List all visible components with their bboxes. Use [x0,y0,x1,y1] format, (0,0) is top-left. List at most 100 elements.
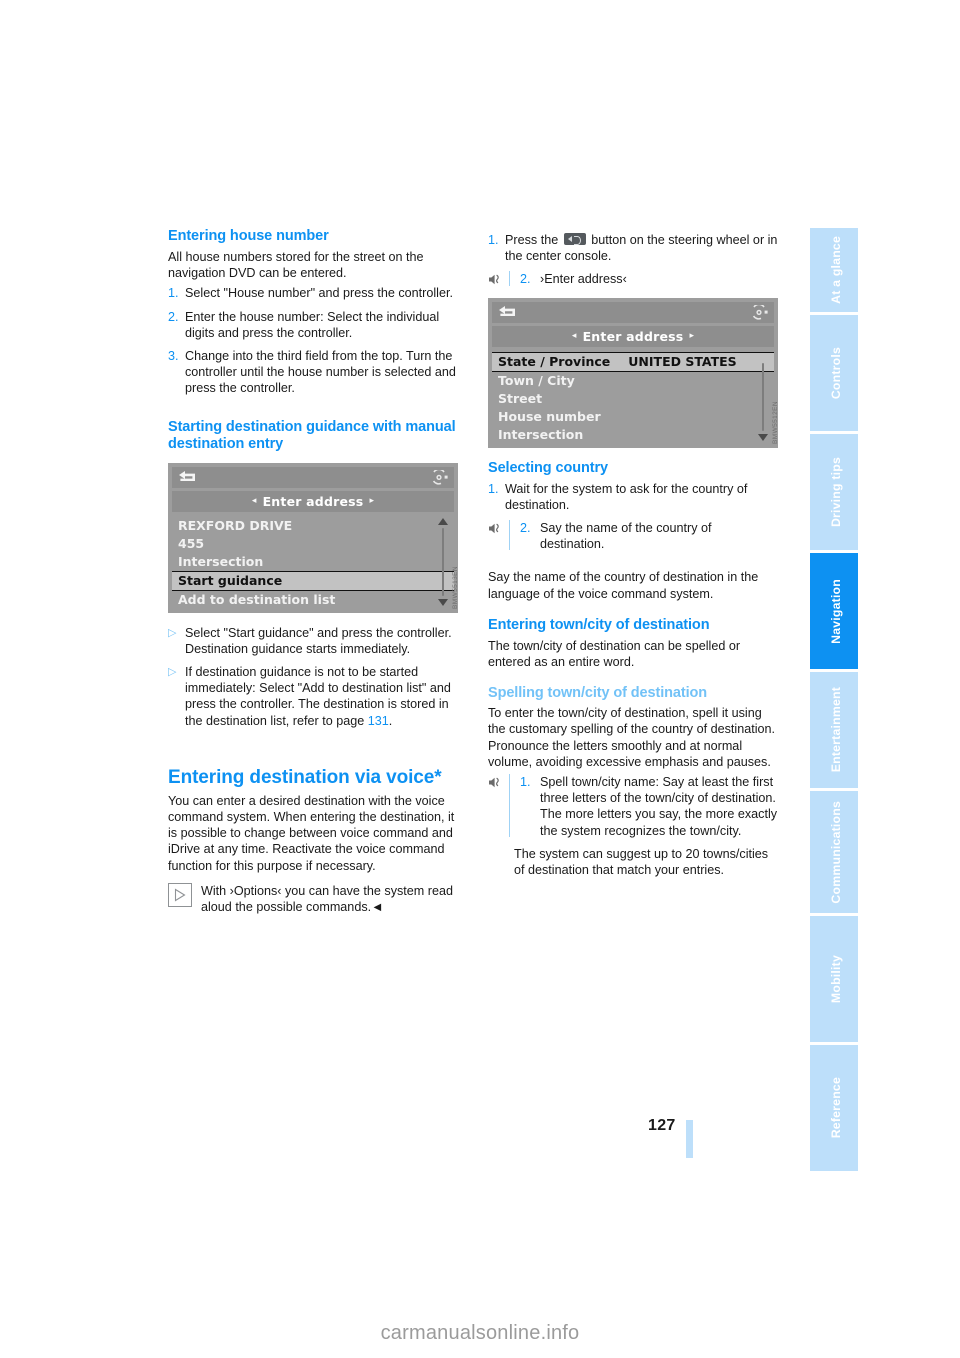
idrive-item-label: Town / City [498,373,575,389]
idrive-menu-item[interactable]: Add to destination list [172,591,454,609]
idrive-item-label: House number [498,409,601,425]
figure-code: BMW5512EN [772,400,779,444]
voice-rule [509,271,510,286]
chevron-right-icon[interactable]: ▸ [369,496,374,506]
tab-label: Mobility [829,954,843,1004]
tab-label: Communications [829,800,843,904]
step-marker: 1. [520,775,531,790]
scroll-down-arrow-icon[interactable] [438,598,448,606]
chevron-left-icon[interactable]: ◂ [252,496,257,506]
tab-mobility[interactable]: Mobility [810,916,858,1042]
step-text: Change into the third field from the top… [185,349,456,396]
selecting-country-steps: 1. Wait for the system to ask for the co… [488,481,778,553]
idrive-item-label: Intersection [498,427,584,443]
page-number-bar [686,1120,693,1158]
idrive-title-bar: ◂ Enter address ▸ [172,490,454,512]
idrive-menu-item[interactable]: Intersection [172,553,454,571]
tab-reference[interactable]: Reference [810,1045,858,1171]
bullet-arrow-icon: ▷ [168,666,177,679]
tab-label: Controls [829,346,843,400]
list-item: 1. Wait for the system to ask for the co… [488,481,778,513]
idrive-menu-list: REXFORD DRIVE 455 Intersection Start gui… [172,514,454,609]
idrive-scrollbar[interactable] [757,352,769,442]
idrive-screenshot-start-guidance: ◂ Enter address ▸ REXFORD DRIVE 455 Inte… [168,462,459,613]
tab-label: Entertainment [829,687,843,773]
list-item: 1. Press the button on the steering whee… [488,232,778,264]
voice-command-icon [488,521,503,536]
idrive-screenshot-enter-address: ◂ Enter address ▸ State / Province UNITE… [488,297,779,448]
idrive-title-bar: ◂ Enter address ▸ [492,325,774,347]
chevron-left-icon[interactable]: ◂ [572,331,577,341]
spelling-paragraph-2: Pronounce the letters smoothly and at no… [488,738,771,769]
idrive-item-label: Add to destination list [178,592,336,608]
watermark: carmanualsonline.info [380,1322,580,1344]
step-text: ›Enter address‹ [540,272,627,287]
step-text: Enter the house number: Select the indiv… [185,309,440,340]
idrive-menu-list: State / Province UNITED STATES Town / Ci… [492,349,774,444]
voice-command-icon [488,775,503,790]
step-marker: 1. [488,233,499,247]
idrive-menu-item[interactable]: Town / City [492,372,774,390]
tab-navigation[interactable]: Navigation [810,553,858,669]
idrive-item-label: Start guidance [178,573,283,589]
idrive-item-label: Street [498,391,543,407]
idrive-scrollbar[interactable] [437,517,449,607]
list-item-voice: 2. Say the name of the country of destin… [488,520,778,552]
tab-communications[interactable]: Communications [810,791,858,913]
back-arrow-icon[interactable] [178,470,196,484]
idrive-menu-item[interactable]: 455 [172,535,454,553]
idrive-menu-item[interactable]: REXFORD DRIVE [172,517,454,535]
idrive-menu-item-selected[interactable]: State / Province UNITED STATES [492,351,774,372]
step-text-before: Press the [505,233,562,247]
voice-rule [509,520,510,551]
step-text: Say the name of the country of destinati… [540,521,712,552]
list-item-voice: 2. ›Enter address‹ [488,271,778,287]
step-marker: 1. [488,481,499,496]
figure-code: BMW5513EN [452,565,459,609]
idrive-menu-item[interactable]: House number [492,408,774,426]
step-marker: 1. [168,286,179,301]
idrive-item-value: UNITED STATES [628,354,737,370]
tab-entertainment[interactable]: Entertainment [810,672,858,788]
chevron-right-icon[interactable]: ▸ [689,331,694,341]
step-text: Spell town/city name: Say at least the f… [540,775,778,838]
start-guidance-steps: ▷ Select "Start guidance" and press the … [168,625,458,729]
back-arrow-icon[interactable] [498,305,516,319]
idrive-topbar [172,466,454,488]
spelling-paragraph-1: To enter the town/city of destination, s… [488,706,776,737]
tab-label: At a glance [829,236,843,304]
voice-gutter [488,271,514,287]
info-triangle-icon [168,882,192,907]
list-item-voice: 1. Spell town/city name: Say at least th… [488,774,778,839]
scroll-up-arrow-icon[interactable] [438,517,448,525]
heading-selecting-country: Selecting country [488,459,608,476]
tab-label: Navigation [829,578,843,644]
cd-disc-icon [431,469,448,485]
page-reference-link[interactable]: 131 [368,714,389,728]
chapter-tab-strip: At a glance Controls Driving tips Naviga… [810,228,858,1174]
idrive-item-label: REXFORD DRIVE [178,518,293,534]
idrive-menu-item-selected[interactable]: Start guidance [172,570,454,591]
manual-page: Entering house number All house numbers … [0,0,960,1358]
tab-at-a-glance[interactable]: At a glance [810,228,858,312]
voice-gutter [488,520,514,552]
list-item: 3. Change into the third field from the … [168,348,458,397]
list-item: 2. Enter the house number: Select the in… [168,309,458,341]
town-city-intro: The town/city of destination can be spel… [488,638,741,670]
idrive-item-label: State / Province [498,354,611,370]
tab-driving-tips[interactable]: Driving tips [810,434,858,550]
tab-controls[interactable]: Controls [810,315,858,431]
idrive-title-text: Enter address [262,493,364,509]
heading-starting-destination-guidance: Starting destination guidance with manua… [168,418,456,452]
scroll-down-arrow-icon[interactable] [758,433,768,441]
house-number-steps: 1. Select "House number" and press the c… [168,285,458,396]
tab-label: Reference [829,1077,843,1139]
step-text: Select "House number" and press the cont… [185,286,453,301]
right-column: 1. Press the button on the steering whee… [488,228,779,878]
left-column: Entering house number All house numbers … [168,228,459,915]
voice-intro-text: You can enter a desired destination with… [168,793,455,873]
idrive-menu-item[interactable]: Street [492,390,774,408]
idrive-title-text: Enter address [582,328,684,344]
idrive-menu-item[interactable]: Intersection [492,426,774,444]
scroll-track [762,362,764,431]
